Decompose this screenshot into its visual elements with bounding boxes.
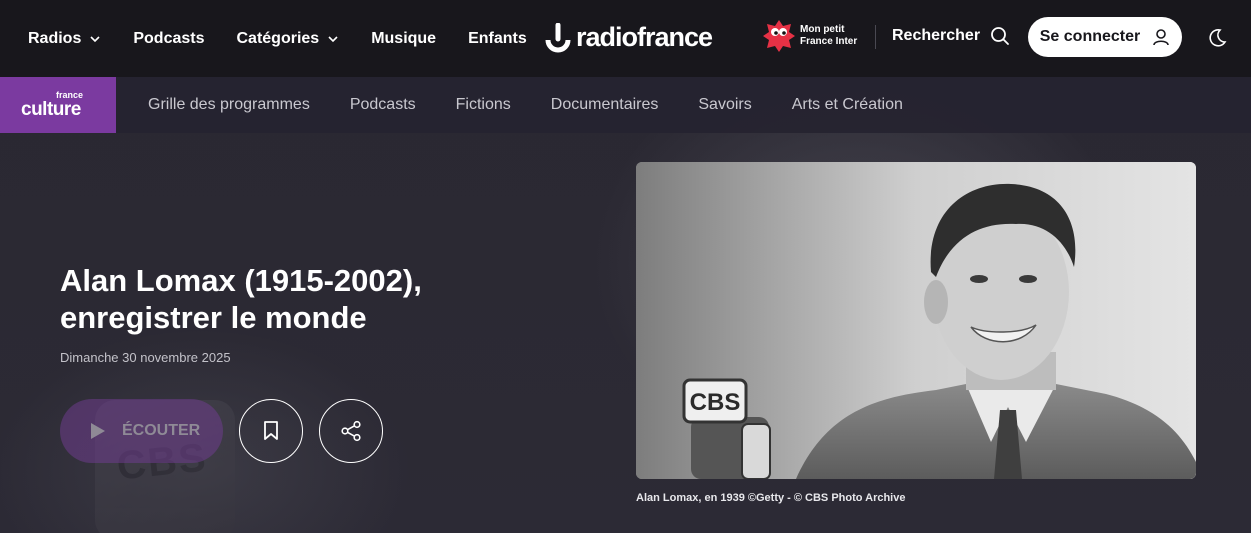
france-culture-logo[interactable]: france culture — [0, 77, 116, 133]
top-navigation-bar: Radios Podcasts Catégories Musique Enfan… — [0, 0, 1251, 77]
logo-big-text: culture — [21, 99, 81, 120]
broadcast-date: Dimanche 30 novembre 2025 — [60, 350, 231, 365]
title-line1: Alan Lomax (1915-2002), — [60, 263, 422, 298]
radiofrance-mark-icon — [545, 22, 571, 52]
login-button[interactable]: Se connecter — [1028, 17, 1182, 57]
subnav-item-grille[interactable]: Grille des programmes — [148, 96, 310, 114]
svg-text:CBS: CBS — [690, 389, 741, 416]
share-icon — [341, 420, 361, 442]
episode-photo: CBS — [636, 162, 1196, 479]
nav-item-enfants[interactable]: Enfants — [468, 30, 527, 48]
mon-petit-line2: France Inter — [800, 36, 858, 47]
share-button[interactable] — [319, 399, 383, 463]
nav-item-label: Musique — [371, 29, 437, 47]
bookmark-button[interactable] — [239, 399, 303, 463]
play-icon — [91, 423, 105, 439]
nav-item-label: Radios — [28, 29, 82, 47]
nav-item-podcasts[interactable]: Podcasts — [133, 30, 204, 48]
mon-petit-mascot-icon — [763, 20, 795, 52]
user-icon — [1153, 29, 1170, 46]
search-button[interactable]: Rechercher — [892, 26, 1010, 46]
subnav-item-podcasts[interactable]: Podcasts — [350, 96, 416, 114]
subnav-item-documentaires[interactable]: Documentaires — [551, 96, 659, 114]
subnav-item-savoirs[interactable]: Savoirs — [698, 96, 751, 114]
chevron-down-icon — [90, 35, 100, 42]
radiofrance-logo[interactable]: radiofrance — [544, 22, 713, 53]
subnav-item-fictions[interactable]: Fictions — [456, 96, 511, 114]
nav-item-musique[interactable]: Musique — [371, 30, 436, 48]
page-title: Alan Lomax (1915-2002), enregistrer le m… — [60, 262, 530, 336]
mon-petit-label: Mon petit France Inter — [800, 24, 857, 48]
nav-item-radios[interactable]: Radios — [28, 30, 101, 48]
title-line2: enregistrer le monde — [60, 300, 367, 335]
main-nav: Radios Podcasts Catégories Musique Enfan… — [28, 30, 559, 48]
listen-label: ÉCOUTER — [122, 422, 201, 439]
search-label: Rechercher — [892, 27, 981, 44]
mon-petit-line1: Mon petit — [800, 24, 845, 35]
subnav-item-arts[interactable]: Arts et Création — [792, 96, 903, 114]
chevron-down-icon — [328, 35, 338, 42]
bookmark-icon — [264, 421, 278, 440]
listen-button[interactable]: ÉCOUTER — [60, 399, 223, 463]
station-navigation-bar: france culture Grille des programmes Pod… — [0, 77, 1251, 133]
mon-petit-france-inter-link[interactable]: Mon petit France Inter — [762, 18, 857, 54]
divider — [875, 25, 876, 49]
station-subnav: Grille des programmes Podcasts Fictions … — [148, 96, 943, 114]
nav-item-label: Catégories — [236, 29, 320, 47]
moon-icon[interactable] — [1206, 27, 1228, 49]
nav-item-label: Podcasts — [133, 29, 205, 47]
nav-item-categories[interactable]: Catégories — [236, 30, 339, 48]
brand-name: radiofrance — [576, 22, 713, 52]
login-label: Se connecter — [1039, 28, 1141, 45]
portrait-illustration: CBS — [636, 162, 1196, 479]
photo-caption: Alan Lomax, en 1939 ©Getty - © CBS Photo… — [636, 492, 906, 504]
nav-item-label: Enfants — [468, 29, 527, 47]
search-icon — [991, 27, 1009, 45]
